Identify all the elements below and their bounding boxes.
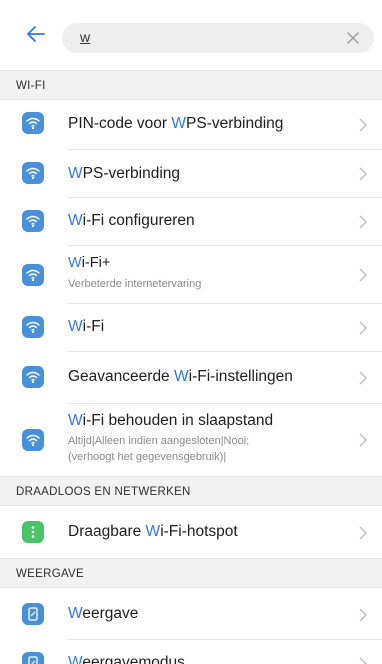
search-query: w — [80, 29, 91, 45]
section-title: WI-FI — [16, 80, 46, 92]
chevron-right-icon — [359, 215, 367, 229]
chevron-right-icon — [359, 167, 367, 181]
wifi-icon — [22, 112, 44, 134]
chevron-right-icon — [359, 526, 367, 540]
chevron-right-icon — [359, 371, 367, 385]
item-title: Weergavemodus — [68, 654, 185, 664]
wifi-icon — [22, 429, 44, 451]
item-title: Draagbare Wi-Fi-hotspot — [68, 523, 238, 540]
item-title: WPS-verbinding — [68, 165, 180, 182]
wifi-icon — [22, 264, 44, 286]
list-item-wps[interactable]: WPS-verbinding — [0, 150, 382, 198]
list-item-wifi-configure[interactable]: Wi-Fi configureren — [0, 198, 382, 246]
list-item-wifi-plus[interactable]: Wi-Fi+ Verbeterde internetervaring — [0, 246, 382, 304]
close-icon[interactable] — [344, 29, 362, 47]
chevron-right-icon — [359, 608, 367, 622]
item-title: Wi-Fi — [68, 318, 105, 335]
item-subtitle: Altijd|Alleen indien aangesloten|Nooi; — [68, 435, 250, 447]
chevron-right-icon — [359, 268, 367, 282]
list-item-display-mode[interactable]: Weergavemodus — [0, 640, 382, 664]
section-title: DRAADLOOS EN NETWERKEN — [16, 486, 191, 498]
display-icon — [22, 652, 44, 664]
list-item-wps-pin[interactable]: PIN-code voor WPS-verbinding — [0, 100, 382, 150]
list-item-display[interactable]: Weergave — [0, 588, 382, 640]
item-subtitle: Verbeterde internetervaring — [68, 278, 202, 290]
chevron-right-icon — [359, 321, 367, 335]
wifi-icon — [22, 366, 44, 388]
item-title: PIN-code voor WPS-verbinding — [68, 115, 284, 132]
item-title: Wi-Fi behouden in slaapstand — [68, 412, 274, 429]
search-bar: w — [0, 0, 382, 76]
item-title: Wi-Fi+ — [68, 255, 111, 271]
section-header-display: WEERGAVE — [0, 558, 382, 588]
more-vertical-icon — [22, 521, 44, 543]
item-title: Geavanceerde Wi-Fi-instellingen — [68, 368, 293, 385]
wifi-icon — [22, 162, 44, 184]
wifi-icon — [22, 316, 44, 338]
list-item-wifi-hotspot[interactable]: Draagbare Wi-Fi-hotspot — [0, 506, 382, 558]
chevron-right-icon — [359, 657, 367, 664]
chevron-right-icon — [359, 118, 367, 132]
search-input[interactable]: w — [62, 23, 374, 53]
item-title: Weergave — [68, 605, 139, 622]
list-item-wifi-sleep[interactable]: Wi-Fi behouden in slaapstand Altijd|Alle… — [0, 404, 382, 476]
section-header-wireless-networks: DRAADLOOS EN NETWERKEN — [0, 476, 382, 506]
section-header-wifi: WI-FI — [0, 70, 382, 100]
wifi-icon — [22, 210, 44, 232]
back-arrow-icon[interactable] — [24, 22, 48, 46]
item-subtitle-line2: (verhoogt het gegevensgebruik)| — [68, 451, 227, 463]
list-item-wifi-advanced[interactable]: Geavanceerde Wi-Fi-instellingen — [0, 352, 382, 404]
chevron-right-icon — [359, 433, 367, 447]
item-title: Wi-Fi configureren — [68, 212, 195, 229]
list-item-wifi[interactable]: Wi-Fi — [0, 304, 382, 352]
display-icon — [22, 603, 44, 625]
section-title: WEERGAVE — [16, 568, 85, 580]
